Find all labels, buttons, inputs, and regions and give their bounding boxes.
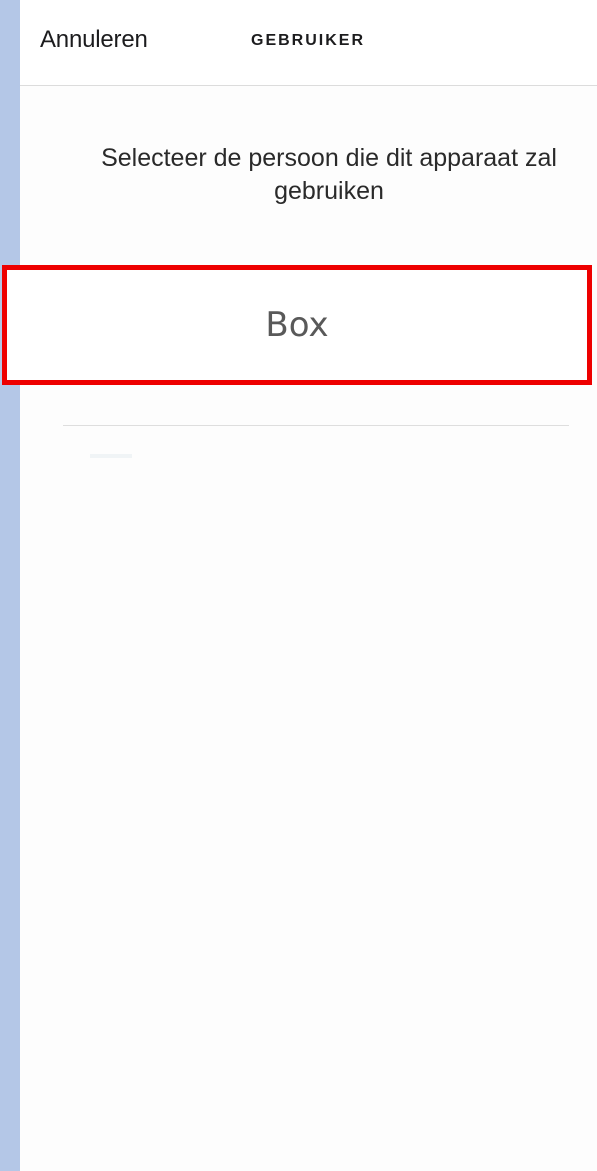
list-divider	[63, 425, 569, 426]
navigation-bar: Annuleren GEBRUIKER	[20, 0, 597, 86]
phone-screen: Annuleren GEBRUIKER Selecteer de persoon…	[20, 0, 597, 1171]
left-margin-strip	[0, 0, 20, 1171]
user-option-label: Box	[265, 305, 329, 345]
page-title: GEBRUIKER	[251, 32, 366, 49]
user-option-box[interactable]: Box	[2, 265, 592, 385]
cancel-button[interactable]: Annuleren	[40, 26, 148, 54]
faint-placeholder-mark	[90, 454, 132, 458]
instruction-text: Selecteer de persoon die dit apparaat za…	[101, 144, 557, 205]
